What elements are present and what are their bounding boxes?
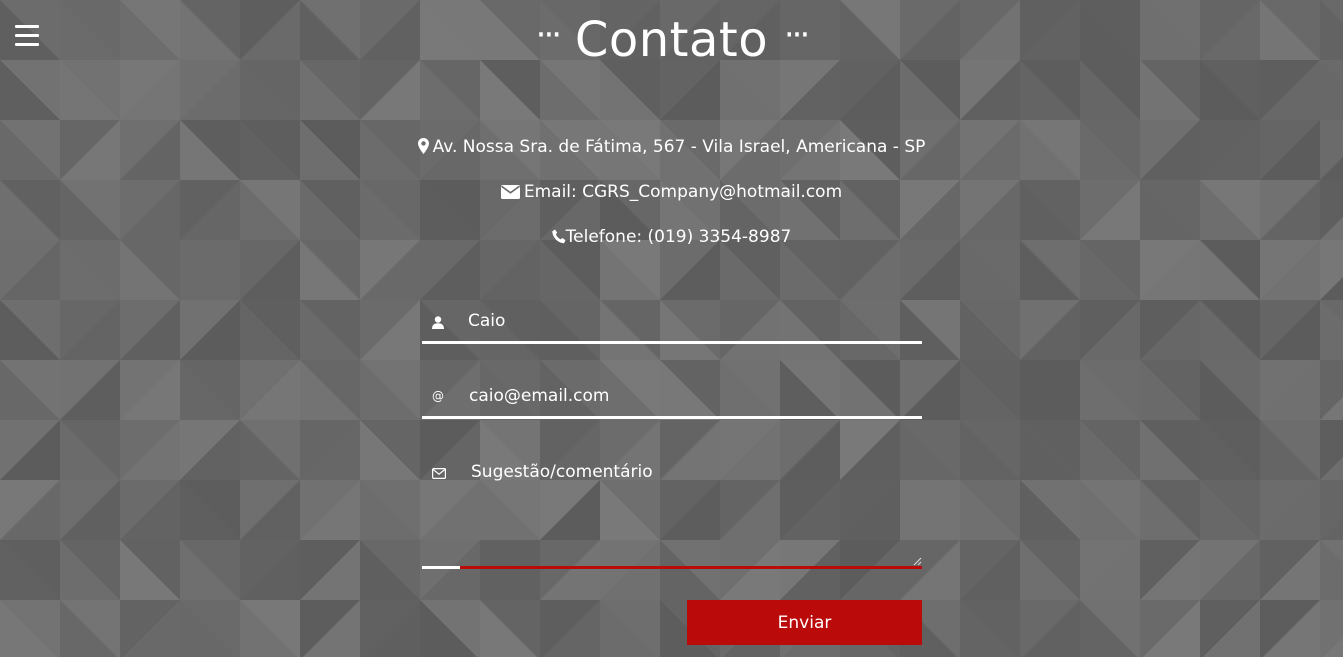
email-field: @ [422, 380, 922, 420]
message-field [422, 462, 922, 572]
address-text: Av. Nossa Sra. de Fátima, 567 - Vila Isr… [432, 137, 926, 157]
message-underline [422, 566, 460, 569]
envelope-outline-icon [432, 468, 446, 479]
resize-handle-icon[interactable] [912, 556, 922, 566]
map-marker-icon [417, 138, 429, 154]
message-focus-underline [460, 566, 922, 569]
address-line: Av. Nossa Sra. de Fátima, 567 - Vila Isr… [0, 137, 1343, 157]
phone-line: Telefone: (019) 3354-8987 [0, 227, 1343, 247]
at-icon: @ [432, 389, 444, 403]
contact-page: ··· Contato ··· Av. Nossa Sra. de Fátima… [0, 0, 1343, 657]
send-button[interactable]: Enviar [687, 600, 922, 645]
email-underline [422, 416, 922, 419]
phone-text: Telefone: (019) 3354-8987 [565, 227, 792, 247]
title-right-dots: ··· [783, 15, 810, 55]
name-underline [422, 341, 922, 344]
envelope-icon [500, 185, 520, 199]
name-field [422, 305, 922, 345]
message-textarea[interactable] [471, 462, 911, 558]
email-text: Email: CGRS_Company@hotmail.com [523, 182, 843, 202]
user-icon [432, 316, 444, 329]
title-text: Contato [574, 12, 769, 68]
email-line: Email: CGRS_Company@hotmail.com [0, 182, 1343, 202]
page-title: ··· Contato ··· [0, 12, 1343, 71]
email-input[interactable] [469, 384, 909, 408]
title-left-dots: ··· [535, 15, 562, 55]
phone-icon [551, 229, 566, 244]
name-input[interactable] [468, 309, 908, 333]
